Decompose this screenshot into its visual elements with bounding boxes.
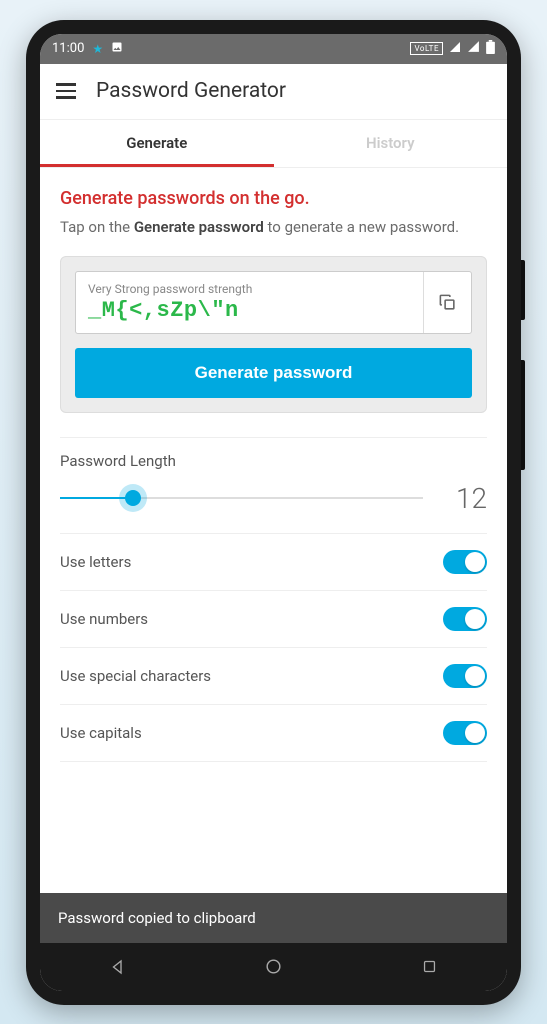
page-title: Password Generator — [96, 79, 286, 103]
content-area: Generate passwords on the go. Tap on the… — [40, 168, 507, 893]
subtext-prefix: Tap on the — [60, 218, 134, 236]
length-value: 12 — [447, 482, 487, 515]
password-text-area: Very Strong password strength _M{<,sZp\"… — [76, 272, 423, 333]
toggle-row-special: Use special characters — [60, 647, 487, 704]
tab-generate[interactable]: Generate — [40, 120, 274, 167]
app-header: Password Generator — [40, 64, 507, 120]
generate-button-label: Generate password — [195, 363, 353, 382]
toast: Password copied to clipboard — [40, 893, 507, 943]
battery-icon — [486, 40, 495, 58]
toggle-row-letters: Use letters — [60, 533, 487, 590]
password-value: _M{<,sZp\"n — [88, 298, 411, 323]
phone-side-button — [521, 360, 525, 470]
toggle-label: Use capitals — [60, 724, 142, 742]
password-display: Very Strong password strength _M{<,sZp\"… — [75, 271, 472, 334]
phone-frame: 11:00 ★ VoLTE — [26, 20, 521, 1005]
toggle-special[interactable] — [443, 664, 487, 688]
triangle-back-icon — [109, 958, 127, 976]
menu-icon[interactable] — [56, 83, 76, 99]
tab-history[interactable]: History — [274, 120, 508, 167]
sub-text: Tap on the Generate password to generate… — [60, 217, 487, 238]
slider-fill — [60, 497, 133, 499]
subtext-bold: Generate password — [134, 218, 264, 236]
slider-thumb — [125, 490, 141, 506]
nav-recent[interactable] — [409, 947, 449, 987]
circle-home-icon — [264, 957, 283, 976]
nav-bar — [40, 943, 507, 991]
slider-wrap: 12 — [60, 482, 487, 515]
subtext-suffix: to generate a new password. — [264, 218, 459, 236]
toggle-label: Use numbers — [60, 610, 148, 628]
toggle-row-capitals: Use capitals — [60, 704, 487, 762]
length-slider[interactable] — [60, 486, 423, 510]
picture-icon — [111, 41, 123, 56]
toggle-letters[interactable] — [443, 550, 487, 574]
signal-icon — [467, 40, 480, 57]
status-time: 11:00 — [52, 41, 84, 56]
tab-label: Generate — [126, 134, 187, 152]
tab-label: History — [366, 134, 415, 152]
toggle-label: Use letters — [60, 553, 131, 571]
phone-side-button — [521, 260, 525, 320]
screen: 11:00 ★ VoLTE — [40, 34, 507, 991]
copy-icon — [438, 293, 457, 312]
toggle-row-numbers: Use numbers — [60, 590, 487, 647]
status-bar: 11:00 ★ VoLTE — [40, 34, 507, 64]
toggle-capitals[interactable] — [443, 721, 487, 745]
toggle-numbers[interactable] — [443, 607, 487, 631]
network-icon — [449, 41, 461, 57]
nav-back[interactable] — [98, 947, 138, 987]
tabs: Generate History — [40, 120, 507, 168]
strength-label: Very Strong password strength — [88, 282, 411, 296]
square-recent-icon — [421, 958, 438, 975]
status-left: 11:00 ★ — [52, 41, 123, 56]
volte-badge: VoLTE — [410, 42, 443, 55]
headline: Generate passwords on the go. — [60, 188, 487, 209]
generate-button[interactable]: Generate password — [75, 348, 472, 398]
toast-message: Password copied to clipboard — [58, 909, 256, 927]
toggle-label: Use special characters — [60, 667, 211, 685]
length-label: Password Length — [60, 452, 487, 470]
star-icon: ★ — [92, 42, 103, 56]
copy-button[interactable] — [423, 272, 471, 333]
nav-home[interactable] — [253, 947, 293, 987]
status-right: VoLTE — [410, 40, 495, 58]
generator-card: Very Strong password strength _M{<,sZp\"… — [60, 256, 487, 413]
password-length-row: Password Length 12 — [60, 437, 487, 533]
